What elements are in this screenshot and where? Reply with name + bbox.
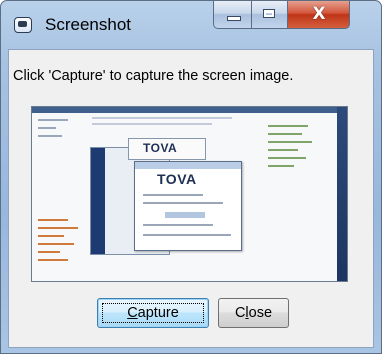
preview-list-line — [268, 141, 312, 143]
capture-label-rest: apture — [137, 305, 179, 321]
minimize-button[interactable] — [213, 1, 252, 29]
preview-bottom-line — [38, 259, 68, 261]
preview-small-window: TOVA — [128, 138, 206, 160]
dialog-client-area: Click 'Capture' to capture the screen im… — [8, 49, 374, 348]
window-title: Screenshot — [45, 15, 131, 34]
preview-text-line — [38, 119, 68, 121]
screenshot-app-icon[interactable] — [14, 17, 32, 33]
preview-text-line — [92, 123, 212, 125]
minimize-icon — [227, 16, 241, 21]
preview-sidebar — [337, 107, 347, 281]
preview-window-titlebar — [135, 162, 241, 169]
screen-preview-image: TOVA TOVA — [31, 106, 348, 282]
preview-list-line — [268, 149, 298, 151]
preview-bottom-line — [38, 219, 68, 221]
capture-mnemonic: C — [127, 305, 138, 321]
preview-right-list — [268, 121, 328, 241]
close-label-rest: ose — [248, 305, 273, 321]
preview-text-line — [143, 202, 223, 204]
capture-button[interactable]: Capture — [97, 298, 209, 328]
preview-window-front: TOVA — [134, 161, 242, 251]
close-window-button[interactable]: X — [288, 1, 350, 29]
preview-bottom-line — [38, 251, 60, 253]
preview-text-line — [38, 127, 56, 129]
close-button[interactable]: Close — [218, 298, 289, 328]
preview-list-line — [268, 165, 294, 167]
close-label-prefix: C — [234, 305, 246, 321]
preview-list-line — [268, 133, 302, 135]
close-button-label: Close — [235, 305, 272, 321]
preview-text-line — [143, 234, 231, 236]
preview-bottom-line — [38, 227, 78, 229]
preview-window-accent — [91, 148, 105, 254]
close-icon: X — [312, 4, 326, 24]
maximize-button[interactable] — [252, 1, 288, 29]
preview-logo-front: TOVA — [157, 171, 197, 187]
capture-button-label: Capture — [127, 305, 179, 321]
screenshot-window: Screenshot X Click 'Capture' to capture … — [0, 0, 382, 354]
preview-input — [165, 212, 205, 218]
preview-text-line — [143, 194, 203, 196]
title-bar[interactable]: Screenshot X — [1, 1, 381, 49]
preview-list-line — [268, 157, 306, 159]
preview-logo-back: TOVA — [143, 141, 178, 155]
preview-bottom-line — [38, 235, 64, 237]
maximize-icon — [263, 9, 275, 18]
preview-bottom-line — [38, 243, 74, 245]
preview-list-line — [268, 125, 308, 127]
preview-text-line — [92, 117, 232, 119]
preview-text-line — [143, 224, 213, 226]
preview-text-line — [38, 135, 62, 137]
instruction-text: Click 'Capture' to capture the screen im… — [13, 68, 294, 84]
caption-buttons: X — [213, 1, 350, 31]
preview-taskbar — [32, 107, 347, 113]
